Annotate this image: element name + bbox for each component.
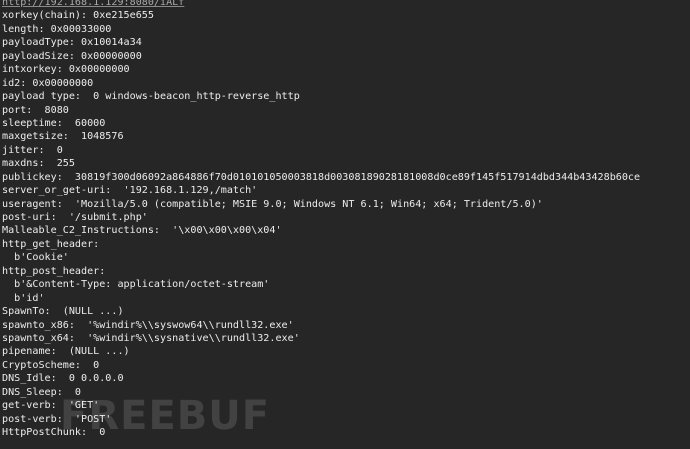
terminal-line: b'id' [2, 292, 45, 304]
terminal-line: CryptoScheme: 0 [2, 359, 100, 371]
terminal-line: payloadSize: 0x00000000 [2, 50, 142, 62]
terminal-line: DNS_Idle: 0 0.0.0.0 [2, 373, 124, 385]
terminal-line: length: 0x00033000 [2, 23, 112, 35]
terminal-line: xorkey(chain): 0xe215e655 [2, 10, 154, 22]
terminal-line: useragent: 'Mozilla/5.0 (compatible; MSI… [2, 198, 543, 210]
terminal-line: maxgetsize: 1048576 [2, 131, 124, 143]
terminal-url-link[interactable]: http://192.168.1.129:8080/iALf [2, 0, 690, 9]
terminal-line: spawnto_x86: '%windir%\\syswow64\\rundll… [2, 319, 294, 331]
terminal-line: port: 8080 [2, 104, 69, 116]
terminal-line: HttpPostChunk: 0 [2, 427, 106, 438]
terminal-line: DNS_Sleep: 0 [2, 386, 82, 398]
terminal-line: pipename: (NULL ...) [2, 346, 130, 358]
terminal-line: payload type: 0 windows-beacon_http-reve… [2, 91, 300, 103]
terminal-line: id2: 0x00000000 [2, 77, 94, 89]
terminal-line: jitter: 0 [2, 144, 63, 156]
terminal-line: SpawnTo: (NULL ...) [2, 306, 124, 318]
terminal-line: sleeptime: 60000 [2, 117, 106, 129]
terminal-line: b'&Content-Type: application/octet-strea… [2, 279, 270, 291]
terminal-line: post-verb: 'POST' [2, 413, 112, 425]
terminal-output: http://192.168.1.129:8080/iALf xorkey(cha… [2, 0, 690, 439]
terminal-line: get-verb: 'GET' [2, 400, 100, 412]
terminal-line: Malleable_C2_Instructions: '\x00\x00\x00… [2, 225, 282, 237]
terminal-line: payloadType: 0x10014a34 [2, 37, 142, 49]
terminal-window[interactable]: http://192.168.1.129:8080/iALf xorkey(cha… [0, 0, 690, 449]
terminal-line: http_get_header: [2, 238, 100, 250]
terminal-line: spawnto_x64: '%windir%\\sysnative\\rundl… [2, 332, 300, 344]
terminal-line: post-uri: '/submit.php' [2, 212, 148, 223]
terminal-line: http_post_header: [2, 265, 106, 277]
terminal-line: maxdns: 255 [2, 158, 75, 170]
terminal-line: b'Cookie' [2, 252, 69, 264]
terminal-line: publickey: 30819f300d06092a864886f70d010… [2, 171, 641, 183]
terminal-line: server_or_get-uri: '192.168.1.129,/match… [2, 185, 258, 197]
terminal-line: intxorkey: 0x00000000 [2, 64, 130, 76]
